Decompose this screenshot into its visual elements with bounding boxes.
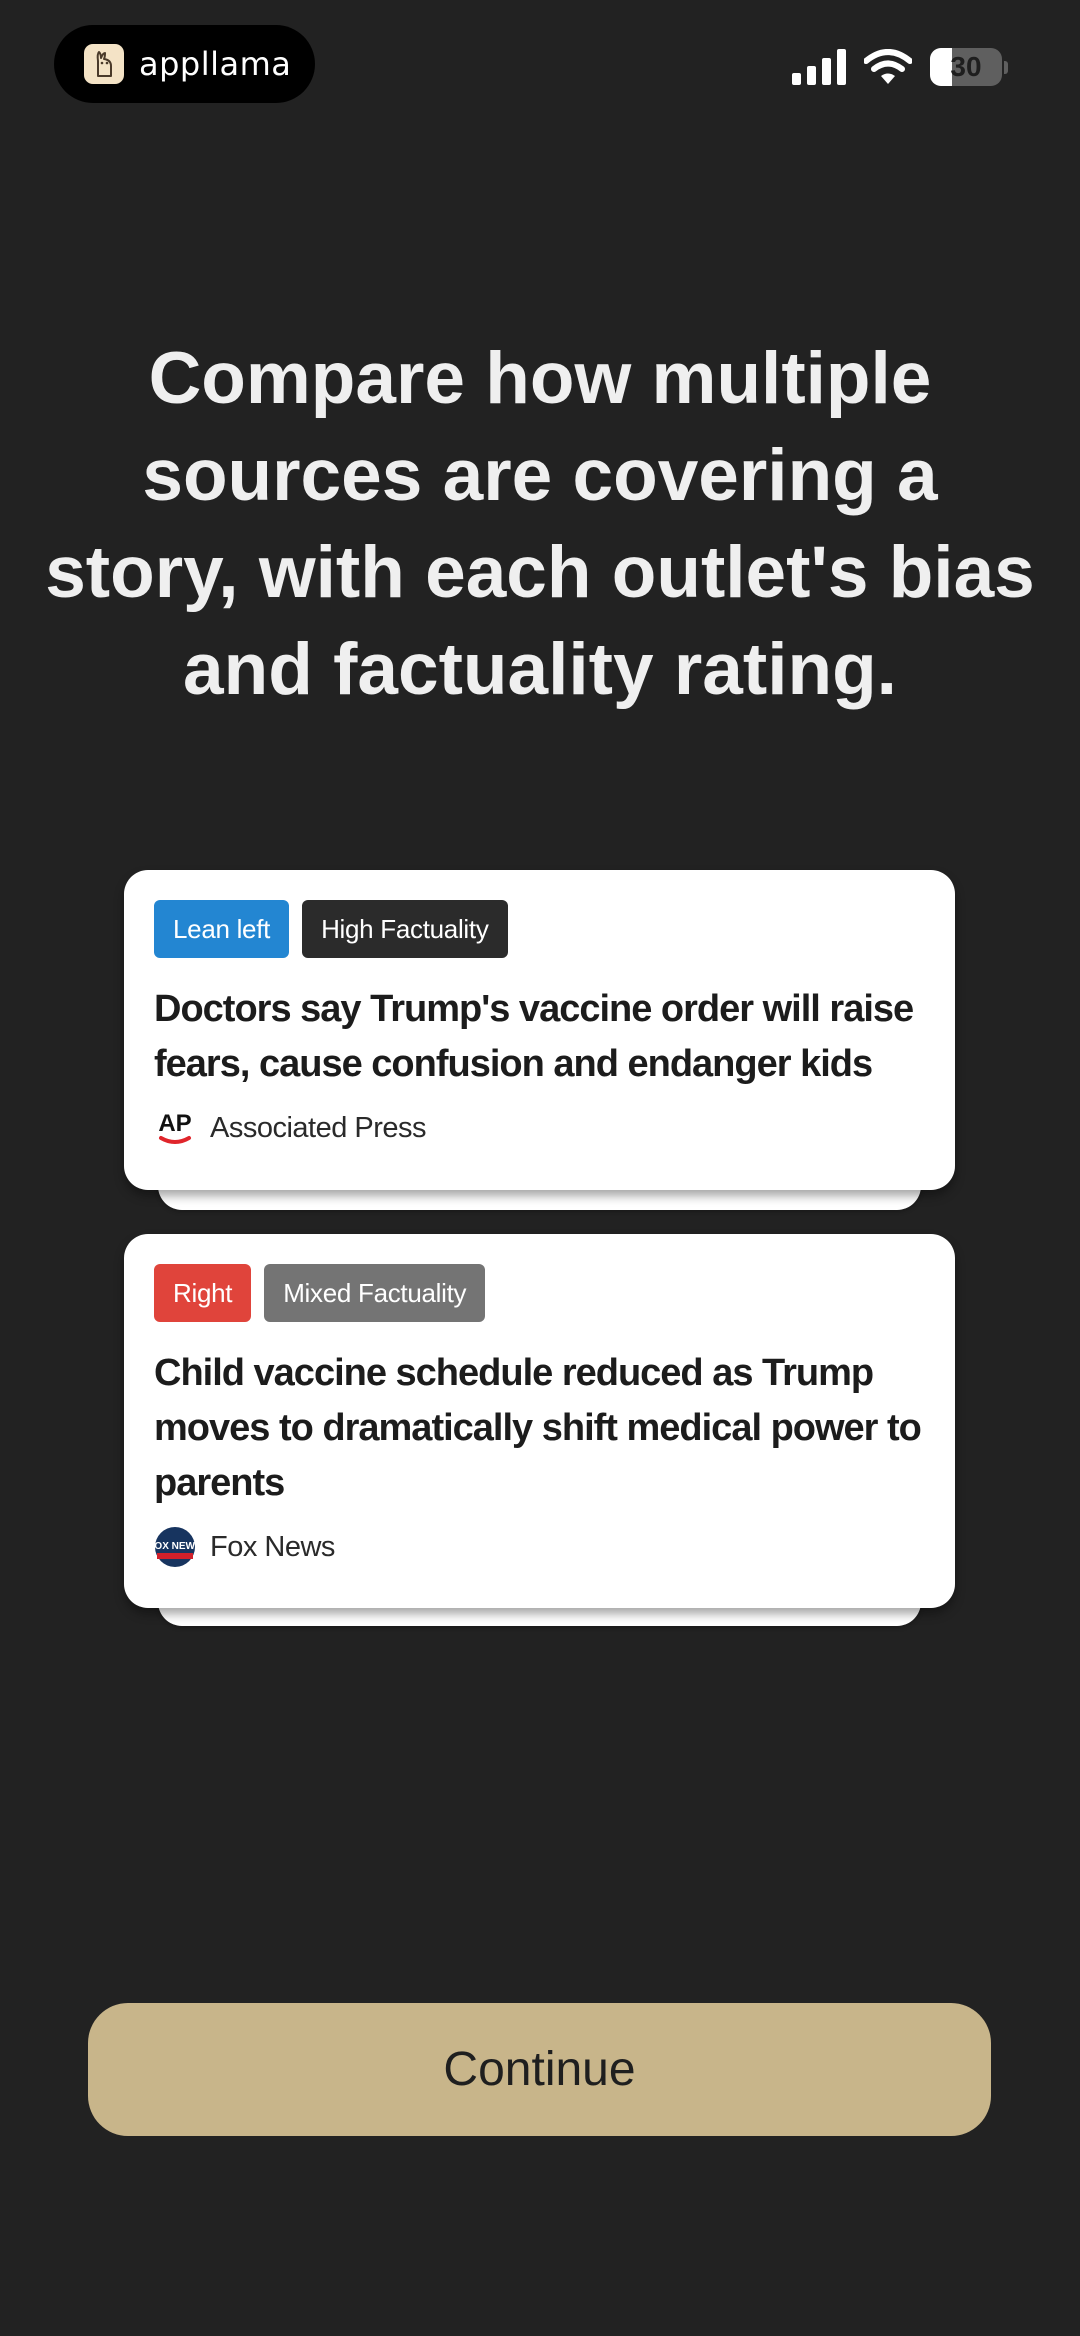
fox-news-logo-text: FOX NEWS	[154, 1541, 196, 1552]
wifi-icon	[864, 49, 912, 84]
continue-button[interactable]: Continue	[88, 2003, 991, 2136]
battery-level: 30	[950, 51, 982, 82]
source-name: Associated Press	[210, 1111, 427, 1144]
battery-nub	[1004, 60, 1008, 74]
llama-logo-icon	[84, 44, 124, 84]
ap-logo-icon: AP	[154, 1107, 196, 1149]
source-name: Fox News	[210, 1530, 335, 1563]
fox-news-logo-icon: FOX NEWS	[154, 1526, 196, 1568]
story-tags: Lean left High Factuality	[154, 900, 925, 958]
story-source: FOX NEWS Fox News	[154, 1525, 925, 1569]
bias-tag: Right	[154, 1264, 252, 1322]
battery-icon: 30	[930, 48, 1002, 86]
story-card-group: Right Mixed Factuality Child vaccine sch…	[124, 1234, 955, 1629]
story-title: Child vaccine schedule reduced as Trump …	[154, 1352, 922, 1504]
story-card[interactable]: Right Mixed Factuality Child vaccine sch…	[124, 1234, 955, 1608]
factuality-tag: Mixed Factuality	[264, 1264, 486, 1322]
story-card[interactable]: Lean left High Factuality Doctors say Tr…	[124, 870, 955, 1190]
story-tags: Right Mixed Factuality	[154, 1264, 925, 1322]
system-status: 30	[792, 48, 1008, 86]
ap-logo-text: AP	[158, 1110, 191, 1137]
story-source: AP Associated Press	[154, 1106, 925, 1150]
bias-tag: Lean left	[154, 900, 290, 958]
battery-fill	[930, 48, 952, 86]
story-title: Doctors say Trump's vaccine order will r…	[154, 988, 914, 1085]
factuality-tag: High Factuality	[302, 900, 508, 958]
cellular-signal-icon	[792, 49, 846, 85]
onboarding-headline: Compare how multiple sources are coverin…	[45, 338, 1035, 710]
app-indicator-pill[interactable]: appllama	[54, 25, 315, 103]
app-name: appllama	[139, 45, 292, 83]
story-card-group: Lean left High Factuality Doctors say Tr…	[124, 870, 955, 1215]
